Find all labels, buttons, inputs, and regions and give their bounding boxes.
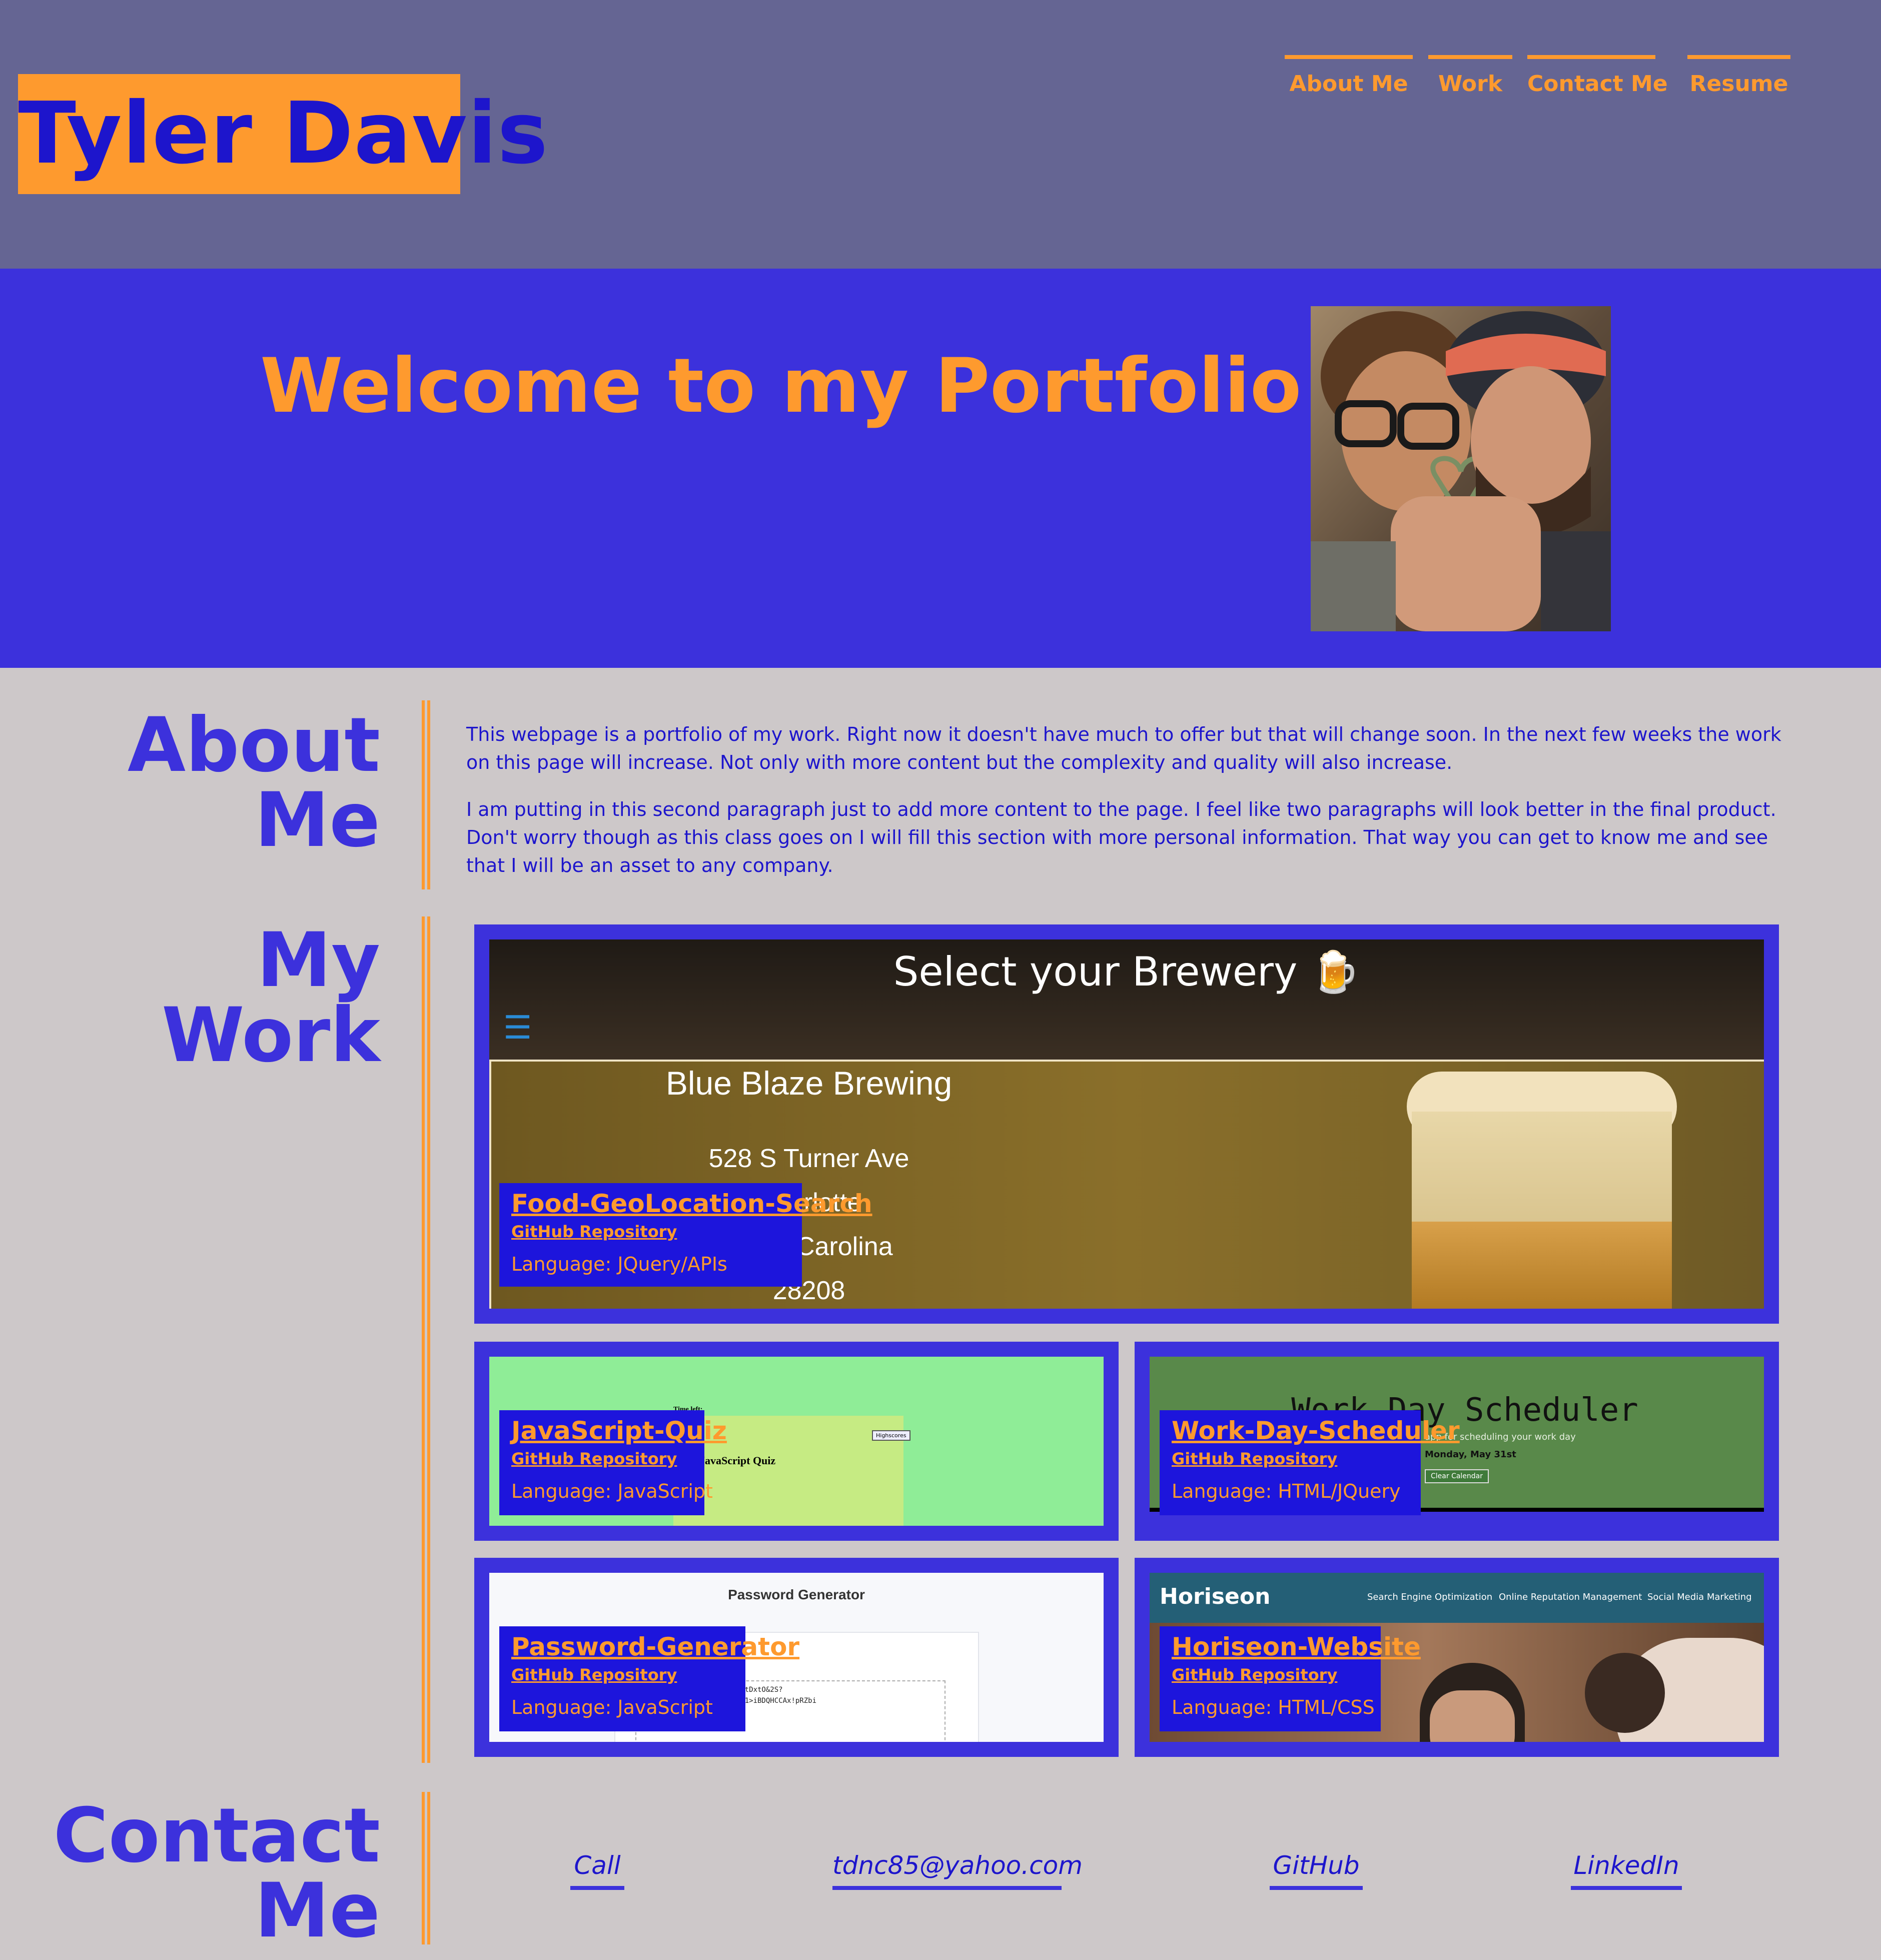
project-title[interactable]: Work-Day-Scheduler <box>1172 1416 1460 1445</box>
contact-github-link[interactable]: GitHub <box>1270 1851 1363 1890</box>
clear-calendar-button: Clear Calendar <box>1425 1469 1489 1483</box>
generator-heading: Password Generator <box>728 1587 865 1602</box>
horiseon-nav-link: Search Engine Optimization <box>1367 1592 1493 1602</box>
beer-glass-icon <box>1397 1062 1677 1309</box>
project-card-javascript-quiz[interactable]: Time left: Highscores JavaScript Quiz Ja… <box>474 1342 1119 1541</box>
project-label: JavaScript-Quiz GitHub Repository Langua… <box>499 1410 727 1515</box>
about-divider <box>422 700 430 889</box>
project-language: Language: JavaScript <box>511 1696 713 1718</box>
scheduler-date: Monday, May 31st <box>1425 1449 1516 1460</box>
contact-linkedin-link[interactable]: LinkedIn <box>1571 1851 1682 1890</box>
contact-title-line1: Contact <box>53 1792 380 1879</box>
about-paragraph: I am putting in this second paragraph ju… <box>466 798 1776 876</box>
horiseon-nav-link: Online Reputation Management <box>1499 1592 1642 1602</box>
contact-title-line2: Me <box>254 1867 380 1954</box>
person-face <box>1430 1690 1515 1742</box>
about-title-line1: About <box>127 702 380 789</box>
contact-divider <box>422 1792 430 1944</box>
profile-photo <box>1311 306 1611 631</box>
project-title[interactable]: Password-Generator <box>511 1632 799 1661</box>
nav-resume[interactable]: Resume <box>1687 55 1790 107</box>
hero-title: Welcome to my Portfolio! <box>260 343 1336 430</box>
repo-link[interactable]: GitHub Repository <box>511 1665 733 1684</box>
nav-work[interactable]: Work <box>1428 55 1512 107</box>
project-label: Work-Day-Scheduler GitHub Repository Lan… <box>1160 1410 1460 1515</box>
preview-header: Select your Brewery 🍺 ☰ <box>489 939 1764 1060</box>
repo-link[interactable]: GitHub Repository <box>1172 1449 1409 1468</box>
repo-link[interactable]: GitHub Repository <box>511 1222 790 1241</box>
site-logo[interactable]: Tyler Davis <box>18 74 548 194</box>
about-text: This webpage is a portfolio of my work. … <box>466 720 1782 898</box>
project-label: Food-GeoLocation-Search GitHub Repositor… <box>499 1183 872 1287</box>
hamburger-menu-icon: ☰ <box>503 1010 532 1047</box>
project-title[interactable]: Horiseon-Website <box>1172 1632 1421 1661</box>
horiseon-nav-link: Social Media Marketing <box>1647 1592 1752 1602</box>
quiz-highscores-button: Highscores <box>872 1430 910 1441</box>
contact-call-link[interactable]: Call <box>570 1851 624 1890</box>
contact-email-link[interactable]: tdnc85@yahoo.com <box>832 1851 1083 1890</box>
project-title[interactable]: Food-GeoLocation-Search <box>511 1189 872 1218</box>
quiz-heading: JavaScript Quiz <box>699 1454 776 1467</box>
work-title-line1: My <box>256 917 380 1004</box>
person-hair <box>1585 1653 1665 1733</box>
hero-section: Welcome to my Portfolio! <box>0 269 1881 668</box>
project-card-work-day-scheduler[interactable]: Work Day Scheduler app for scheduling yo… <box>1135 1342 1779 1541</box>
preview-heading: Select your Brewery 🍺 <box>893 948 1360 995</box>
project-label: Password-Generator GitHub Repository Lan… <box>499 1626 799 1731</box>
project-label: Horiseon-Website GitHub Repository Langu… <box>1160 1626 1421 1731</box>
project-language: Language: HTML/CSS <box>1172 1696 1375 1718</box>
project-card-password-generator[interactable]: Password Generator rd 2tG!@FIk$r5F+h6GI1… <box>474 1558 1119 1757</box>
project-card-food-geolocation[interactable]: Select your Brewery 🍺 ☰ Blue Blaze Brewi… <box>474 924 1779 1324</box>
repo-link[interactable]: GitHub Repository <box>1172 1665 1369 1684</box>
preview-brewery-name: Blue Blaze Brewing <box>665 1065 953 1102</box>
address-line: 528 S Turner Ave <box>708 1144 909 1173</box>
site-name: Tyler Davis <box>18 84 549 183</box>
site-header: Tyler Davis About Me Work Contact Me Res… <box>0 0 1881 269</box>
project-card-horiseon-website[interactable]: Horiseon Search Engine Optimization Onli… <box>1135 1558 1779 1757</box>
project-title[interactable]: JavaScript-Quiz <box>511 1416 727 1445</box>
repo-link[interactable]: GitHub Repository <box>511 1449 692 1468</box>
nav-about-me[interactable]: About Me <box>1285 55 1413 107</box>
about-title: About Me <box>128 708 380 858</box>
work-divider <box>422 916 430 1763</box>
project-language: Language: JQuery/APIs <box>511 1253 727 1275</box>
work-title-line2: Work <box>162 992 380 1079</box>
horiseon-brand: Horiseon <box>1160 1584 1271 1609</box>
contact-title: Contact Me <box>54 1798 380 1948</box>
project-language: Language: JavaScript <box>511 1480 713 1502</box>
profile-photo-image <box>1311 306 1611 631</box>
about-paragraph: This webpage is a portfolio of my work. … <box>466 723 1781 773</box>
nav-contact-me[interactable]: Contact Me <box>1527 55 1668 107</box>
horiseon-navbar: Horiseon Search Engine Optimization Onli… <box>1150 1573 1764 1623</box>
project-language: Language: HTML/JQuery <box>1172 1480 1401 1502</box>
work-title: My Work <box>162 923 380 1073</box>
about-title-line2: Me <box>254 777 380 864</box>
